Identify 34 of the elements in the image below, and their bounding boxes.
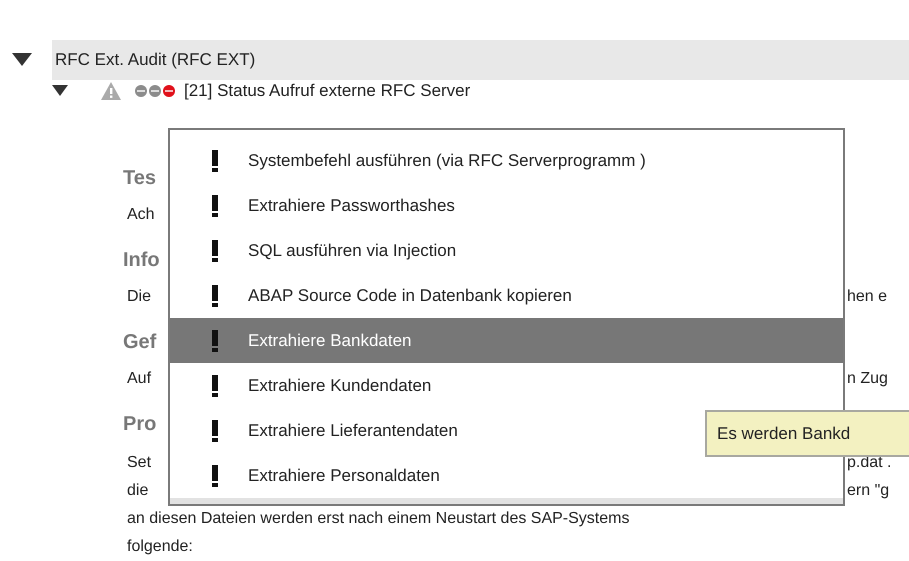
exclamation-icon xyxy=(212,150,218,172)
description-text: Ach xyxy=(127,205,155,225)
section-heading: Info xyxy=(123,248,160,273)
exclamation-icon xyxy=(212,374,218,396)
exclamation-icon xyxy=(212,240,218,262)
exclamation-icon xyxy=(212,330,218,352)
exclamation-icon xyxy=(212,420,218,442)
menu-item[interactable]: Extrahiere Kundendaten xyxy=(170,363,843,408)
description-text: Auf xyxy=(127,369,152,389)
section-heading: Pro xyxy=(123,412,156,437)
expand-triangle-icon[interactable] xyxy=(12,53,32,67)
menu-item[interactable]: ABAP Source Code in Datenbank kopieren xyxy=(170,273,843,318)
exclamation-icon xyxy=(212,194,218,216)
description-text: Die xyxy=(127,287,152,307)
exclamation-icon xyxy=(212,464,218,486)
description-text: an diesen Dateien werden erst nach einem Neustart des SAP-Systems xyxy=(127,509,630,529)
section-heading: Tes xyxy=(123,166,156,191)
menu-item[interactable]: Systembefehl ausführen (via RFC Serverprogramm ) xyxy=(170,138,843,183)
tooltip: Es werden Bankd xyxy=(705,410,909,457)
description-text: hen e xyxy=(847,287,888,307)
description-text: Set xyxy=(127,453,152,473)
group-header[interactable]: RFC Ext. Audit (RFC EXT) xyxy=(52,40,909,80)
description-text: ern "g xyxy=(847,481,890,501)
expand-triangle-icon[interactable] xyxy=(52,85,68,97)
menu-item[interactable]: Extrahiere Bankdaten xyxy=(170,318,843,363)
exclamation-icon xyxy=(212,284,218,306)
description-text: die xyxy=(127,481,148,501)
description-text: folgende: xyxy=(127,537,193,557)
check-title[interactable]: [21] Status Aufruf externe RFC Server xyxy=(184,81,470,101)
menu-item[interactable]: SQL ausführen via Injection xyxy=(170,228,843,273)
section-heading: Gef xyxy=(123,330,156,355)
menu-item[interactable]: Extrahiere Passworthashes xyxy=(170,183,843,228)
warning-icon xyxy=(101,82,121,100)
description-text: n Zug xyxy=(847,369,888,389)
